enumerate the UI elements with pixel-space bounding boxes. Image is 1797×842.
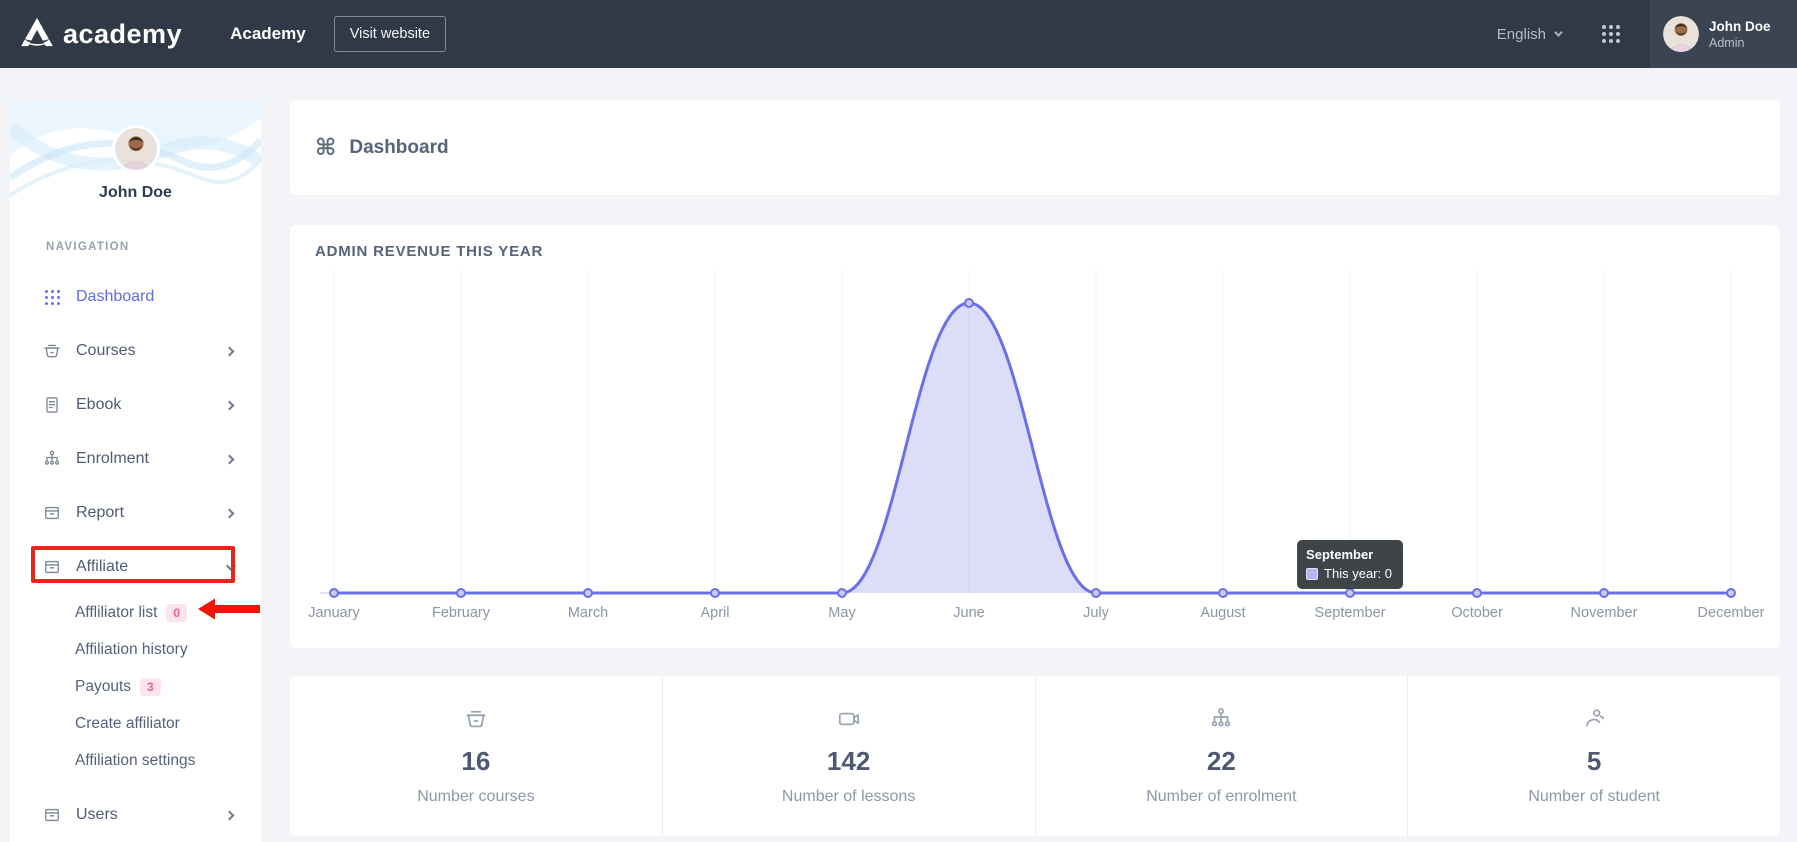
chevron-right-icon [225, 810, 235, 820]
chevron-down-icon [1554, 28, 1562, 36]
svg-text:February: February [432, 605, 491, 621]
svg-text:July: July [1083, 605, 1110, 621]
sidebar-subitem-create-affiliator[interactable]: Create affiliator [10, 705, 261, 742]
stat-label: Number of student [1408, 788, 1780, 806]
chevron-right-icon [225, 346, 235, 356]
stat-label: Number courses [290, 788, 662, 806]
svg-text:March: March [568, 605, 608, 621]
apps-grid-icon[interactable] [1600, 23, 1622, 45]
stat-value: 5 [1408, 746, 1780, 777]
svg-text:May: May [828, 605, 856, 621]
sidebar-item-label: Enrolment [76, 450, 149, 468]
svg-text:October: October [1451, 605, 1503, 621]
svg-text:September: September [1315, 605, 1386, 621]
sidebar-item-label: Ebook [76, 396, 121, 414]
sitemap-icon [42, 449, 62, 469]
sidebar-item-courses[interactable]: Courses [10, 324, 261, 378]
archive-icon [42, 557, 62, 577]
stat-value: 16 [290, 746, 662, 777]
tooltip-series-swatch [1306, 568, 1318, 580]
chart-tooltip: September This year: 0 [1297, 540, 1403, 589]
svg-text:June: June [953, 605, 984, 621]
language-label: English [1497, 26, 1546, 43]
subitem-label: Payouts [75, 678, 131, 696]
sidebar-item-report[interactable]: Report [10, 486, 261, 540]
sidebar-item-label: Affiliate [76, 558, 128, 576]
stat-label: Number of lessons [663, 788, 1035, 806]
sidebar: John Doe NAVIGATION Dashboard Courses [10, 100, 261, 842]
basket-icon [463, 706, 489, 732]
subitem-label: Affliliator list [75, 604, 157, 622]
stat-value: 22 [1036, 746, 1408, 777]
tooltip-value: This year: 0 [1324, 566, 1392, 581]
chevron-right-icon [225, 400, 235, 410]
grid-dots-icon [42, 288, 62, 307]
nav-section-label: NAVIGATION [46, 241, 130, 253]
language-dropdown[interactable]: English [1497, 26, 1560, 43]
user-menu[interactable]: John Doe Admin [1650, 0, 1797, 68]
sidebar-subitem-affiliator-list[interactable]: Affliliator list 0 [10, 594, 261, 631]
student-icon [1581, 706, 1607, 732]
revenue-chart-card: ADMIN REVENUE THIS YEAR JanuaryFebruaryM… [290, 225, 1780, 648]
basket-icon [42, 341, 62, 361]
site-name: Academy [230, 24, 306, 44]
chevron-right-icon [225, 454, 235, 464]
sidebar-item-ebook[interactable]: Ebook [10, 378, 261, 432]
sidebar-item-label: Users [76, 806, 118, 824]
svg-text:December: December [1698, 605, 1765, 621]
stat-value: 142 [663, 746, 1035, 777]
ebook-icon [42, 395, 62, 415]
svg-text:August: August [1200, 605, 1245, 621]
user-avatar [1663, 16, 1699, 52]
stats-row: 16 Number courses 142 Number of lessons … [290, 676, 1780, 836]
sidebar-item-affiliate[interactable]: Affiliate [10, 540, 261, 594]
archive-icon [42, 805, 62, 825]
stat-card-courses: 16 Number courses [290, 676, 662, 836]
sidebar-item-label: Dashboard [76, 288, 154, 306]
video-icon [836, 706, 862, 732]
svg-text:January: January [308, 605, 360, 621]
tooltip-title: September [1306, 547, 1392, 562]
archive-icon [42, 503, 62, 523]
user-name: John Doe [1709, 19, 1771, 34]
stat-card-enrolment: 22 Number of enrolment [1035, 676, 1408, 836]
profile-avatar [115, 128, 157, 170]
sidebar-item-users[interactable]: Users [10, 788, 261, 842]
chevron-down-icon [226, 561, 236, 571]
chevron-right-icon [225, 508, 235, 518]
sidebar-item-enrolment[interactable]: Enrolment [10, 432, 261, 486]
revenue-area-chart[interactable]: January February March April May June July Augu… [290, 225, 1780, 648]
sidebar-subitem-payouts[interactable]: Payouts 3 [10, 668, 261, 705]
count-badge: 3 [140, 678, 161, 696]
profile-name: John Doe [10, 184, 261, 202]
page-title: Dashboard [349, 137, 448, 159]
stat-card-lessons: 142 Number of lessons [662, 676, 1035, 836]
user-role: Admin [1709, 36, 1771, 50]
command-icon: ⌘ [315, 135, 336, 161]
visit-website-button[interactable]: Visit website [334, 16, 446, 52]
stat-label: Number of enrolment [1036, 788, 1408, 806]
top-navbar: academy Academy Visit website English [0, 0, 1797, 68]
sidebar-item-label: Courses [76, 342, 136, 360]
count-badge: 0 [166, 604, 187, 622]
subitem-label: Create affiliator [75, 715, 180, 733]
svg-text:April: April [700, 605, 729, 621]
page-header-card: ⌘ Dashboard [290, 100, 1780, 195]
svg-text:November: November [1571, 605, 1638, 621]
sidebar-item-dashboard[interactable]: Dashboard [10, 270, 261, 324]
subitem-label: Affiliation settings [75, 752, 195, 770]
sidebar-item-label: Report [76, 504, 124, 522]
subitem-label: Affiliation history [75, 641, 188, 659]
logo-a-icon [20, 17, 54, 52]
sidebar-subitem-affiliation-history[interactable]: Affiliation history [10, 631, 261, 668]
logo-text: academy [63, 19, 182, 50]
logo[interactable]: academy [20, 17, 182, 52]
stat-card-students: 5 Number of student [1407, 676, 1780, 836]
sitemap-icon [1208, 706, 1234, 732]
sidebar-subitem-affiliation-settings[interactable]: Affiliation settings [10, 742, 261, 779]
